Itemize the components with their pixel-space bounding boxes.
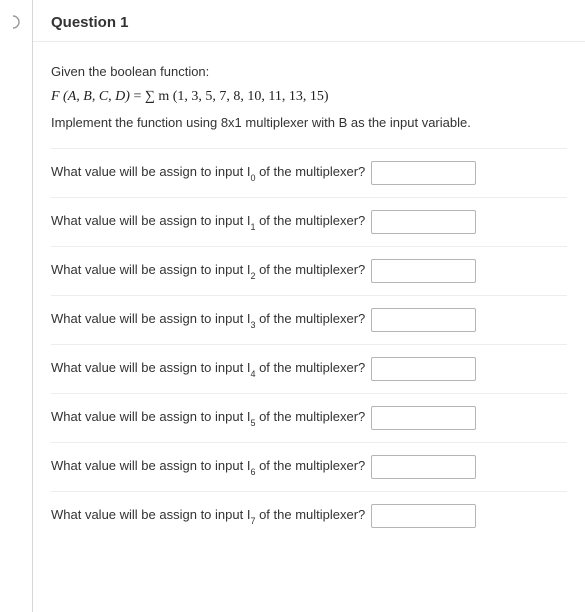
question-body: Given the boolean function: F (A, B, C, … [33,42,585,552]
input-label-i4: What value will be assign to input I4 of… [51,360,365,378]
input-field-i2[interactable] [371,259,476,283]
input-row-i0: What value will be assign to input I0 of… [51,148,567,197]
input-field-i1[interactable] [371,210,476,234]
question-prompt: Given the boolean function: [51,64,567,79]
input-label-i5: What value will be assign to input I5 of… [51,409,365,427]
input-field-i5[interactable] [371,406,476,430]
formula-equals: = [130,89,145,104]
input-fields: What value will be assign to input I0 of… [51,148,567,540]
question-content: Question 1 Given the boolean function: F… [32,0,585,612]
question-formula: F (A, B, C, D) = ∑ m (1, 3, 5, 7, 8, 10,… [51,89,567,105]
input-label-i7: What value will be assign to input I7 of… [51,507,365,525]
question-title: Question 1 [51,14,567,31]
input-label-i2: What value will be assign to input I2 of… [51,262,365,280]
left-gutter [0,0,32,612]
input-label-i0: What value will be assign to input I0 of… [51,164,365,182]
input-row-i4: What value will be assign to input I4 of… [51,344,567,393]
input-label-i6: What value will be assign to input I6 of… [51,458,365,476]
question-header: Question 1 [33,0,585,42]
formula-function: F (A, B, C, D) [51,89,130,104]
input-row-i7: What value will be assign to input I7 of… [51,491,567,540]
input-field-i4[interactable] [371,357,476,381]
input-row-i1: What value will be assign to input I1 of… [51,197,567,246]
question-wrapper: Question 1 Given the boolean function: F… [0,0,585,612]
input-label-i3: What value will be assign to input I3 of… [51,311,365,329]
formula-terms: (1, 3, 5, 7, 8, 10, 11, 13, 15) [169,89,328,104]
input-row-i2: What value will be assign to input I2 of… [51,246,567,295]
question-instruction: Implement the function using 8x1 multipl… [51,115,567,130]
formula-sigma: ∑ m [145,89,169,104]
input-field-i7[interactable] [371,504,476,528]
input-row-i3: What value will be assign to input I3 of… [51,295,567,344]
input-row-i5: What value will be assign to input I5 of… [51,393,567,442]
input-field-i0[interactable] [371,161,476,185]
input-field-i6[interactable] [371,455,476,479]
input-label-i1: What value will be assign to input I1 of… [51,213,365,231]
input-field-i3[interactable] [371,308,476,332]
input-row-i6: What value will be assign to input I6 of… [51,442,567,491]
chevron-right-icon [10,14,22,33]
